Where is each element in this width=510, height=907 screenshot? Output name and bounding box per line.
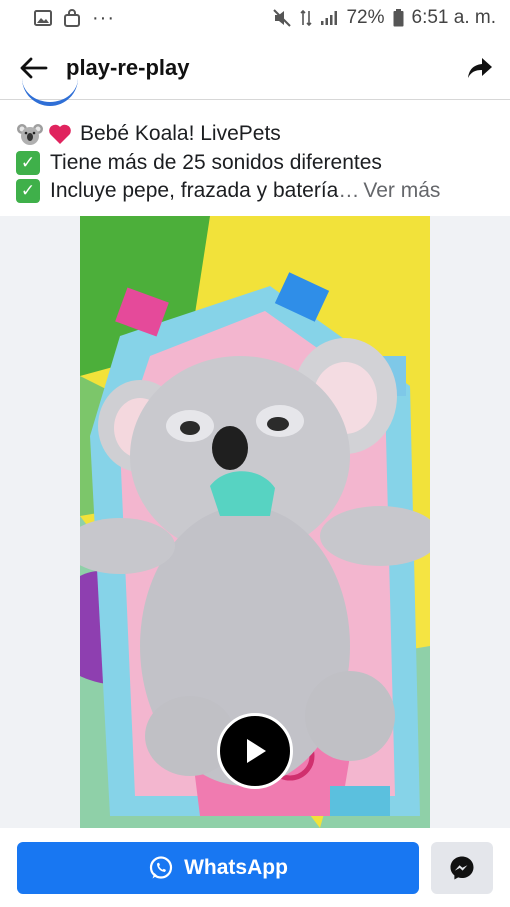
post-text: Bebé Koala! LivePets ✓ Tiene más de 25 s… (16, 120, 500, 206)
mute-icon (272, 9, 292, 27)
more-notifications-dots: ··· (92, 6, 115, 29)
gallery-icon (34, 10, 52, 26)
whatsapp-button[interactable]: WhatsApp (17, 842, 419, 894)
status-right: 72% 6:51 a. m. (272, 7, 496, 29)
whatsapp-button-label: WhatsApp (184, 856, 288, 879)
play-icon (247, 739, 266, 763)
heart-emoji-icon (46, 122, 74, 146)
signal-icon (320, 10, 338, 26)
battery-percent: 72% (346, 7, 385, 28)
arrow-left-icon (20, 57, 48, 78)
post-line-3-text: Incluye pepe, frazada y batería (50, 179, 339, 202)
play-button[interactable] (217, 713, 293, 789)
ellipsis: … (338, 179, 360, 202)
page-title: play-re-play (66, 54, 190, 80)
post-line-1-text: Bebé Koala! LivePets (80, 122, 281, 145)
video-container (0, 216, 510, 828)
shopping-bag-icon (64, 9, 80, 27)
clock: 6:51 a. m. (411, 7, 497, 28)
status-bar: ··· 72% 6:51 a. m. (0, 0, 510, 36)
share-arrow-icon (468, 57, 492, 78)
post-line-2-text: Tiene más de 25 sonidos diferentes (50, 150, 382, 174)
post-line-1: Bebé Koala! LivePets (16, 120, 500, 149)
cta-bar: WhatsApp (0, 828, 510, 907)
see-more-link[interactable]: Ver más (363, 177, 440, 206)
status-left: ··· (34, 7, 115, 30)
post-line-3: ✓ Incluye pepe, frazada y batería … Ver … (16, 177, 500, 206)
messenger-icon (450, 856, 474, 880)
avatar[interactable] (22, 78, 78, 106)
data-arrows-icon (300, 9, 313, 27)
share-button[interactable] (450, 36, 510, 100)
messenger-button[interactable] (431, 842, 493, 894)
koala-emoji-icon (16, 122, 44, 146)
check-mark-icon: ✓ (16, 179, 40, 204)
whatsapp-icon (149, 856, 173, 879)
battery-icon (393, 9, 404, 27)
check-mark-icon: ✓ (16, 150, 40, 175)
app-bar: play-re-play (0, 36, 510, 100)
post-line-2: ✓ Tiene más de 25 sonidos diferentes (16, 149, 500, 178)
